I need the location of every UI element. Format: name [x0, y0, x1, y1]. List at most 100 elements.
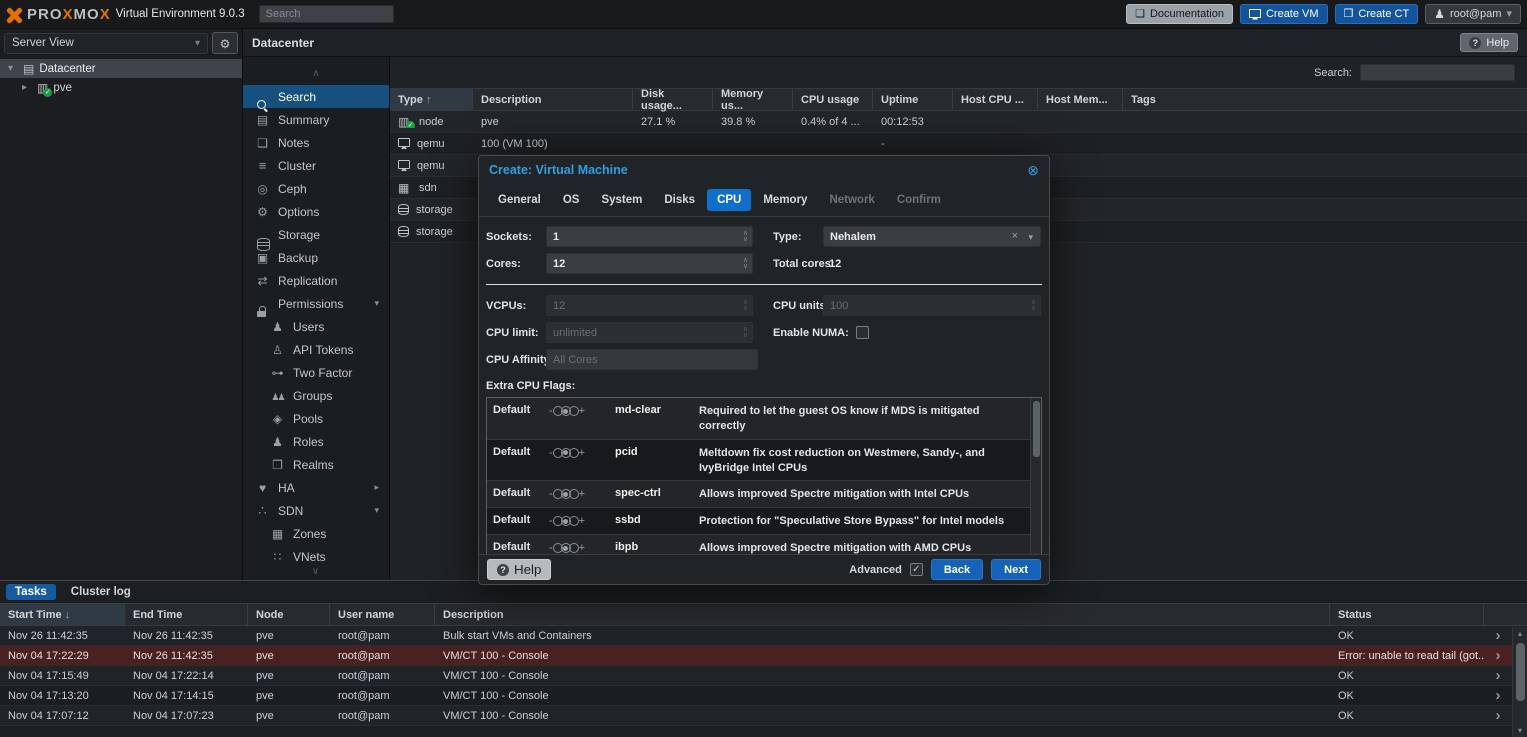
create-vm-button[interactable]: Create VM: [1240, 4, 1328, 24]
advanced-checkbox[interactable]: [910, 563, 923, 576]
enable-numa-checkbox[interactable]: [856, 326, 869, 339]
scrollbar-thumb[interactable]: [1516, 643, 1525, 701]
dialog-tab[interactable]: Network: [819, 189, 884, 211]
scroll-down-icon[interactable]: ∨: [243, 562, 388, 580]
nav-item[interactable]: Zones: [243, 522, 389, 545]
column-header[interactable]: Uptime: [873, 89, 953, 110]
scrollbar-thumb[interactable]: [1033, 401, 1040, 457]
chevron-down-icon[interactable]: [1028, 232, 1033, 243]
column-header[interactable]: [1484, 604, 1512, 625]
nav-item[interactable]: Replication: [243, 269, 389, 292]
dialog-tab[interactable]: Disks: [654, 189, 705, 211]
tree-item-datacenter[interactable]: ▾ Datacenter: [0, 59, 242, 78]
dialog-help-button[interactable]: Help: [487, 559, 551, 580]
column-header[interactable]: Memory us...: [713, 89, 793, 110]
chevron-right-icon[interactable]: [1496, 629, 1501, 643]
column-header[interactable]: CPU usage: [793, 89, 873, 110]
nav-item[interactable]: Storage: [243, 223, 389, 246]
column-header[interactable]: Status: [1330, 604, 1484, 625]
column-header[interactable]: Start Time: [0, 604, 125, 625]
tasks-tab[interactable]: Cluster log: [62, 584, 140, 600]
scroll-up-icon[interactable]: [1513, 629, 1527, 638]
cell-description: Bulk start VMs and Containers: [435, 630, 1330, 642]
column-header[interactable]: Host CPU ...: [953, 89, 1038, 110]
sockets-input[interactable]: [547, 227, 752, 246]
view-selector[interactable]: Server View ▾: [4, 33, 208, 54]
nav-item[interactable]: Cluster: [243, 154, 389, 177]
dialog-tab[interactable]: General: [488, 189, 551, 211]
nav-item-icon: [255, 113, 270, 127]
scroll-down-icon[interactable]: [1513, 726, 1527, 735]
dialog-tab[interactable]: Confirm: [887, 189, 951, 211]
next-button[interactable]: Next: [991, 559, 1041, 580]
chevron-right-icon[interactable]: [1496, 689, 1501, 703]
nav-item[interactable]: Permissions: [243, 292, 389, 315]
nav-item[interactable]: Search: [243, 85, 389, 108]
nav-item[interactable]: Ceph: [243, 177, 389, 200]
create-ct-button[interactable]: Create CT: [1335, 4, 1419, 24]
nav-item[interactable]: Realms: [243, 453, 389, 476]
cores-input[interactable]: [547, 254, 752, 273]
task-row[interactable]: Nov 04 17:15:49 Nov 04 17:22:14 pve root…: [0, 666, 1527, 686]
nav-item-icon: [270, 435, 285, 449]
help-button[interactable]: Help: [1460, 33, 1518, 52]
flag-on-radio[interactable]: [569, 406, 579, 416]
cpu-affinity-input[interactable]: [547, 350, 757, 369]
column-header[interactable]: Host Mem...: [1038, 89, 1123, 110]
user-menu-button[interactable]: root@pam: [1425, 4, 1521, 24]
column-header[interactable]: Tags: [1123, 89, 1527, 110]
nav-item[interactable]: HA: [243, 476, 389, 499]
nav-item[interactable]: Options: [243, 200, 389, 223]
nav-item[interactable]: Groups: [243, 384, 389, 407]
flag-on-radio[interactable]: [569, 448, 579, 458]
column-header[interactable]: Type: [390, 89, 473, 110]
nav-item-label: Backup: [278, 251, 318, 265]
flags-scrollbar[interactable]: [1030, 398, 1041, 560]
dialog-tab[interactable]: System: [591, 189, 652, 211]
nav-item[interactable]: Two Factor: [243, 361, 389, 384]
nav-item[interactable]: Users: [243, 315, 389, 338]
nav-item[interactable]: Notes: [243, 131, 389, 154]
nav-item[interactable]: Roles: [243, 430, 389, 453]
nav-item[interactable]: Pools: [243, 407, 389, 430]
flag-on-radio[interactable]: [569, 543, 579, 553]
chevron-right-icon[interactable]: [1496, 669, 1501, 683]
task-row[interactable]: Nov 26 11:42:35 Nov 26 11:42:35 pve root…: [0, 626, 1527, 646]
tasks-tab[interactable]: Tasks: [6, 584, 56, 600]
table-row[interactable]: node pve 27.1 % 39.8 % 0.4% of 4 ... 00:…: [390, 111, 1527, 133]
grid-search-input[interactable]: [1360, 64, 1515, 81]
close-icon[interactable]: [1027, 162, 1039, 179]
spinner-arrows-icon[interactable]: [743, 255, 748, 272]
cpu-type-input[interactable]: [824, 227, 1040, 246]
clear-icon[interactable]: [1012, 230, 1018, 242]
flag-on-radio[interactable]: [569, 516, 579, 526]
column-header[interactable]: User name: [330, 604, 435, 625]
tree-settings-button[interactable]: [212, 32, 238, 54]
column-header[interactable]: Disk usage...: [633, 89, 713, 110]
chevron-right-icon[interactable]: [1496, 649, 1501, 663]
dialog-tab[interactable]: CPU: [707, 189, 751, 211]
task-row[interactable]: Nov 04 17:13:20 Nov 04 17:14:15 pve root…: [0, 686, 1527, 706]
nav-item-icon: [270, 389, 285, 403]
task-row[interactable]: Nov 04 17:22:29 Nov 26 11:42:35 pve root…: [0, 646, 1527, 666]
nav-item[interactable]: API Tokens: [243, 338, 389, 361]
column-header[interactable]: Description: [473, 89, 633, 110]
expander-right-icon[interactable]: ▸: [22, 82, 32, 93]
task-row[interactable]: Nov 04 17:07:12 Nov 04 17:07:23 pve root…: [0, 706, 1527, 726]
chevron-right-icon[interactable]: [1496, 709, 1501, 723]
nav-item[interactable]: SDN: [243, 499, 389, 522]
tasks-scrollbar[interactable]: [1512, 627, 1527, 737]
documentation-button[interactable]: Documentation: [1126, 4, 1233, 24]
scroll-up-icon[interactable]: ∧: [243, 61, 389, 85]
dialog-tab[interactable]: OS: [553, 189, 590, 211]
expander-down-icon[interactable]: ▾: [8, 63, 18, 74]
tree-item-pve[interactable]: ▸ ✓ pve: [0, 78, 242, 97]
dialog-tab[interactable]: Memory: [753, 189, 817, 211]
column-header[interactable]: Node: [248, 604, 330, 625]
column-header[interactable]: End Time: [125, 604, 248, 625]
back-button[interactable]: Back: [931, 559, 983, 580]
column-header[interactable]: Description: [435, 604, 1330, 625]
global-search-input[interactable]: [259, 5, 394, 23]
spinner-arrows-icon[interactable]: [743, 228, 748, 245]
table-row[interactable]: qemu 100 (VM 100) -: [390, 133, 1527, 155]
